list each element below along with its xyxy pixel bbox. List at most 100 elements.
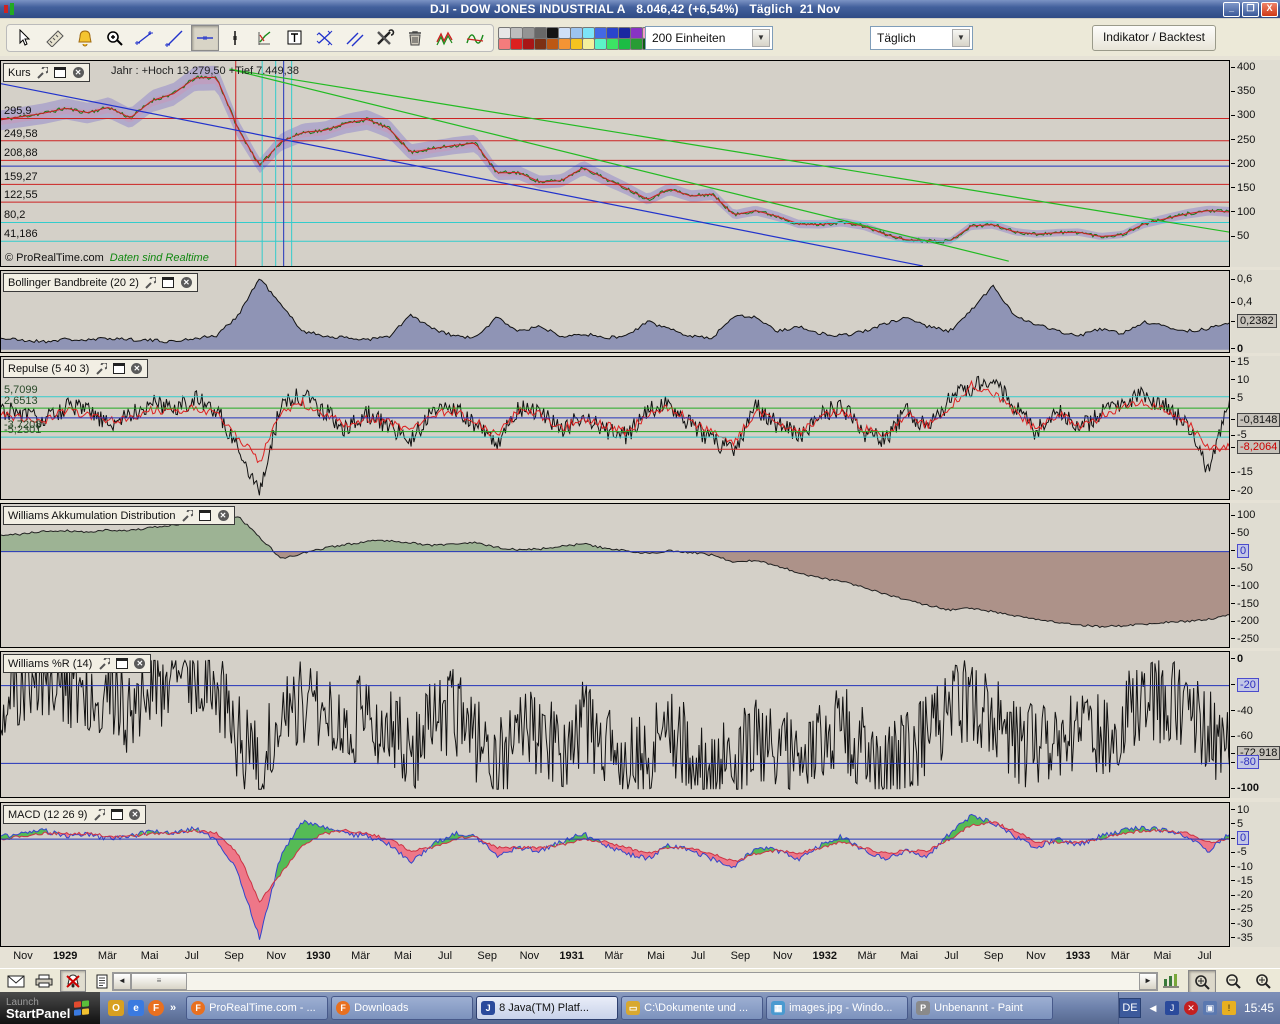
- williams-ad-panel[interactable]: Williams Akkumulation Distribution ✕: [0, 503, 1230, 648]
- zoom-in-icon[interactable]: [1250, 970, 1276, 991]
- taskbar-task-prorealtime-com[interactable]: FProRealTime.com - ...: [186, 996, 328, 1020]
- axis-tick: -80: [1231, 756, 1259, 768]
- windows-logo-icon: [74, 1000, 90, 1016]
- window-icon[interactable]: [112, 363, 125, 374]
- taskbar-task-unbenannt-paint[interactable]: PUnbenannt - Paint: [911, 996, 1053, 1020]
- title-bar: DJI - DOW JONES INDUSTRIAL A 8.046,42 (+…: [0, 0, 1280, 18]
- wrench-icon[interactable]: [36, 67, 49, 78]
- axis-tick: 0: [1231, 832, 1249, 844]
- macd-panel[interactable]: MACD (12 26 9) ✕: [0, 802, 1230, 947]
- horizontal-scrollbar[interactable]: ◄ ≡ ►: [112, 972, 1158, 991]
- panel-header-kurs: Kurs ✕: [3, 63, 90, 82]
- axis-tick: 10: [1231, 374, 1249, 386]
- forecast-tool[interactable]: [251, 25, 279, 51]
- price-panel[interactable]: Kurs ✕ Jahr : +Hoch 13.279,50 +Tief 7.44…: [0, 60, 1230, 267]
- taskbar-task-images-jpg-windo[interactable]: ▦images.jpg - Windo...: [766, 996, 908, 1020]
- quicklaunch-overflow-chevron[interactable]: »: [170, 1002, 176, 1014]
- chart-style-icon[interactable]: [1158, 970, 1184, 991]
- indicator-backtest-button[interactable]: Indikator / Backtest: [1092, 25, 1216, 51]
- price-axis[interactable]: 40035030025020015010050: [1231, 60, 1280, 267]
- x-axis-label: Mai: [1140, 950, 1184, 962]
- print-icon[interactable]: [32, 971, 56, 991]
- close-icon[interactable]: ✕: [130, 363, 143, 374]
- outlook-quicklaunch-icon[interactable]: O: [108, 1000, 124, 1016]
- java-icon: J: [481, 1001, 495, 1015]
- text-tool[interactable]: [281, 25, 309, 51]
- ruler-tool[interactable]: [41, 25, 69, 51]
- taskbar-task-downloads[interactable]: FDownloads: [331, 996, 473, 1020]
- window-icon[interactable]: [115, 658, 128, 669]
- x-axis-label: 1930: [296, 950, 340, 962]
- x-axis-label: 1932: [803, 950, 847, 962]
- bollinger-panel[interactable]: Bollinger Bandbreite (20 2) ✕: [0, 270, 1230, 353]
- wrench-icon[interactable]: [97, 658, 110, 669]
- language-indicator[interactable]: DE: [1119, 998, 1141, 1018]
- window-icon[interactable]: [162, 277, 175, 288]
- start-button[interactable]: Launch StartPanel: [0, 992, 100, 1024]
- williams-r-axis[interactable]: 0-20-40-60-72,918-80-100: [1231, 651, 1280, 798]
- close-icon[interactable]: ✕: [128, 809, 141, 820]
- move-tool[interactable]: [311, 25, 339, 51]
- repulse-axis[interactable]: 15105-0,8148-5-8,2064-15-20: [1231, 356, 1280, 500]
- network-icon[interactable]: ▣: [1203, 1001, 1217, 1015]
- scroll-right-arrow[interactable]: ►: [1139, 973, 1157, 990]
- internet-explorer-quicklaunch-icon[interactable]: e: [128, 1000, 144, 1016]
- firefox-quicklaunch-icon[interactable]: F: [148, 1000, 164, 1016]
- wrench-icon[interactable]: [94, 363, 107, 374]
- segment-tool[interactable]: [131, 25, 159, 51]
- williams-ad-axis[interactable]: 100500-50-100-150-200-250: [1231, 503, 1280, 648]
- zoom-tool[interactable]: [101, 25, 129, 51]
- mail-icon[interactable]: [4, 971, 28, 991]
- taskbar-task-8-java-tm-platf[interactable]: J8 Java(TM) Platf...: [476, 996, 618, 1020]
- scroll-thumb[interactable]: ≡: [131, 973, 187, 990]
- task-buttons: FProRealTime.com - ...FDownloadsJ8 Java(…: [186, 996, 1053, 1020]
- pattern-tool[interactable]: [461, 25, 489, 51]
- security-yellow-icon[interactable]: !: [1222, 1001, 1236, 1015]
- alarm-tool[interactable]: [71, 25, 99, 51]
- close-icon[interactable]: ✕: [180, 277, 193, 288]
- x-axis-label: Mai: [634, 950, 678, 962]
- close-icon[interactable]: ✕: [217, 510, 230, 521]
- parallel-lines-tool[interactable]: [341, 25, 369, 51]
- minimize-button[interactable]: _: [1223, 2, 1240, 17]
- window-icon[interactable]: [110, 809, 123, 820]
- security-red-icon[interactable]: ✕: [1184, 1001, 1198, 1015]
- x-axis-label: Mai: [381, 950, 425, 962]
- level-label: 80,2: [4, 209, 25, 221]
- close-icon[interactable]: ✕: [72, 67, 85, 78]
- trendline-tool[interactable]: [161, 25, 189, 51]
- scroll-left-arrow[interactable]: ◄: [113, 973, 131, 990]
- units-dropdown[interactable]: 200 Einheiten▼: [645, 26, 773, 50]
- wrench-icon[interactable]: [92, 809, 105, 820]
- bollinger-axis[interactable]: 0,60,40,23820: [1231, 270, 1280, 353]
- delete-tool[interactable]: [401, 25, 429, 51]
- window-icon[interactable]: [199, 510, 212, 521]
- back-arrow-icon[interactable]: ◀: [1146, 1001, 1160, 1015]
- close-icon[interactable]: ✕: [133, 658, 146, 669]
- zoom-out-icon[interactable]: [1220, 970, 1246, 991]
- java-tray-icon[interactable]: J: [1165, 1001, 1179, 1015]
- level-label: -5,2301: [4, 424, 41, 436]
- vertical-line-tool[interactable]: [221, 25, 249, 51]
- period-dropdown[interactable]: Täglich▼: [870, 26, 973, 50]
- zigzag-tool[interactable]: [431, 25, 459, 51]
- macd-12-26-9--plot: [1, 803, 1230, 946]
- restore-button[interactable]: ❐: [1242, 2, 1259, 17]
- window-icon[interactable]: [54, 67, 67, 78]
- settings-tool[interactable]: [371, 25, 399, 51]
- axis-tick: -60: [1231, 730, 1253, 742]
- wrench-icon[interactable]: [144, 277, 157, 288]
- axis-tick: 0,2382: [1231, 315, 1277, 327]
- macd-axis[interactable]: 1050-5-10-15-20-25-30-35: [1231, 802, 1280, 947]
- horizontal-line-tool[interactable]: [191, 25, 219, 51]
- close-button[interactable]: X: [1261, 2, 1278, 17]
- chevron-down-icon: ▼: [952, 29, 970, 47]
- cursor-tool[interactable]: [11, 25, 39, 51]
- taskbar-task-c-dokumente-und[interactable]: ▭C:\Dokumente und ...: [621, 996, 763, 1020]
- repulse-panel[interactable]: Repulse (5 40 3) ✕ 5,70992,6513-3,7208-5…: [0, 356, 1230, 500]
- wrench-icon[interactable]: [181, 510, 194, 521]
- notes-icon[interactable]: [90, 971, 114, 991]
- zoom-fit-icon[interactable]: [1188, 970, 1216, 993]
- alarm-off-icon[interactable]: [60, 970, 86, 992]
- williams-r-panel[interactable]: Williams %R (14) ✕: [0, 651, 1230, 798]
